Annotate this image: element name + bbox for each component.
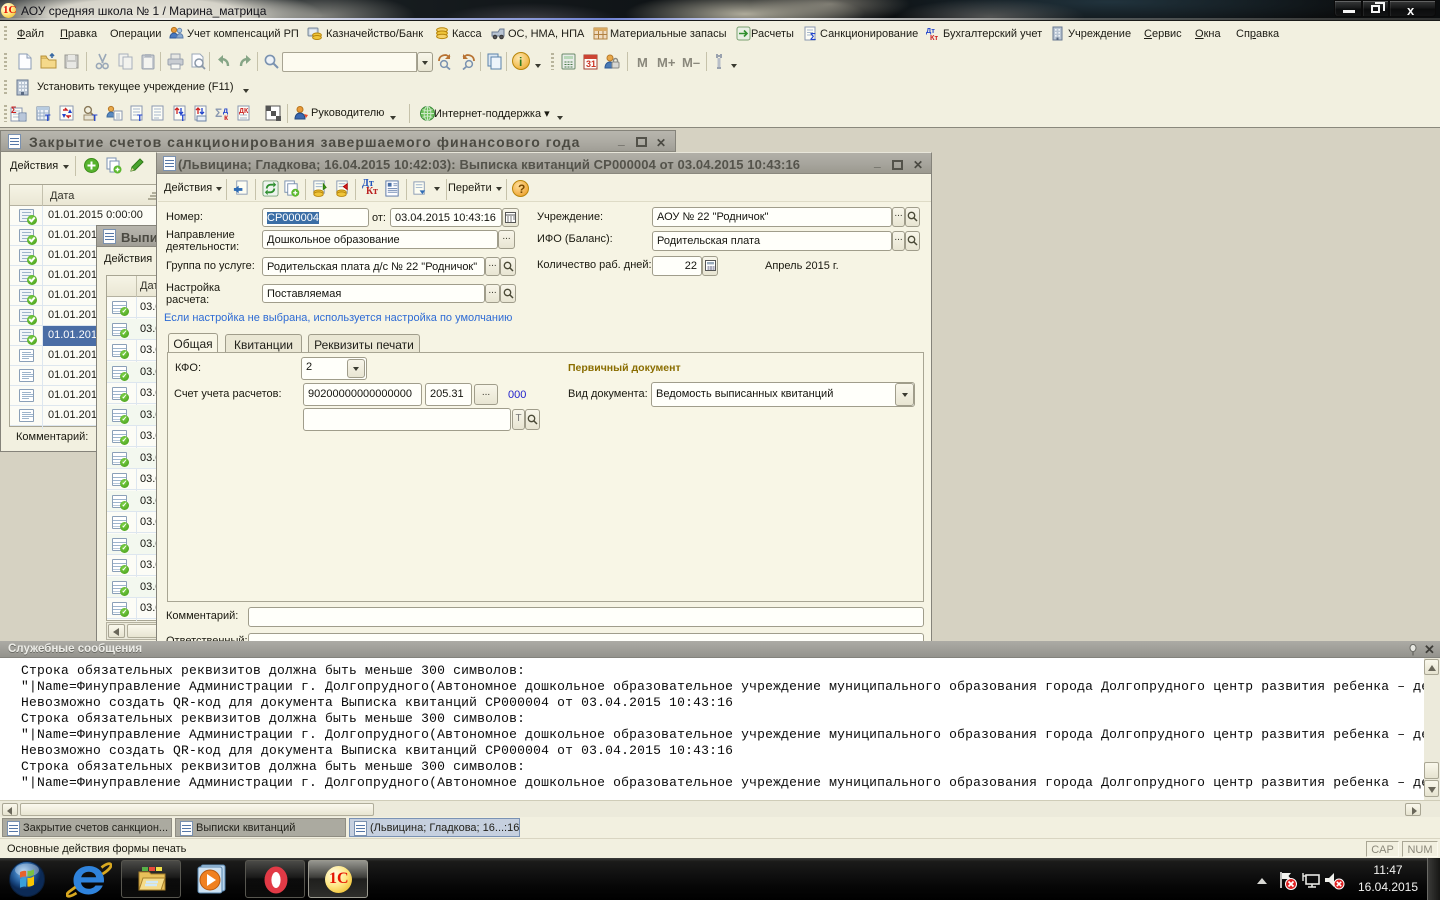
svg-text:ДК: ДК <box>239 108 249 115</box>
svg-text:Σ: Σ <box>215 106 222 120</box>
svg-text:T: T <box>180 113 186 122</box>
svg-text:Σ: Σ <box>11 105 17 115</box>
svg-text:T: T <box>92 113 98 122</box>
svg-text:T: T <box>137 113 143 122</box>
svg-text:Σ: Σ <box>810 32 816 41</box>
svg-text:T: T <box>45 113 51 122</box>
svg-text:Кт: Кт <box>930 33 939 41</box>
svg-text:31: 31 <box>586 59 596 69</box>
svg-text:к: к <box>224 113 229 122</box>
